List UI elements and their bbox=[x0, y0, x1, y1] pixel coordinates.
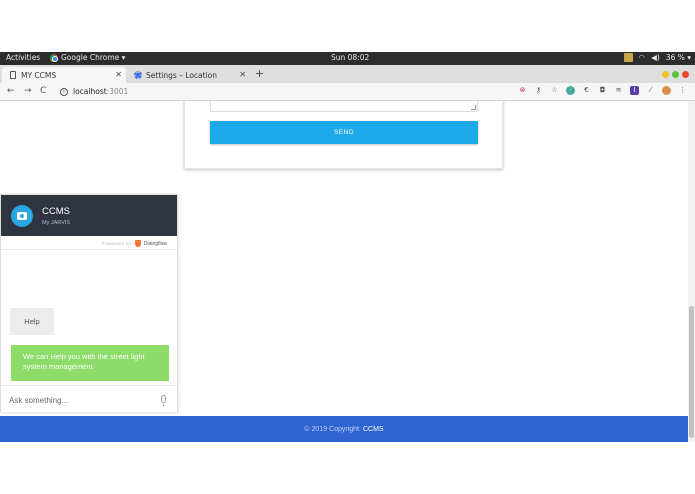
address-bar: ← → C i localhost:3001 ⊗ ⚷ ☆ · € ◘ ≋ I ⁄… bbox=[0, 83, 695, 101]
tab-my-ccms[interactable]: MY CCMS ✕ bbox=[2, 67, 126, 83]
tab-title: Settings – Location bbox=[146, 70, 218, 80]
url-field[interactable]: i localhost:3001 bbox=[60, 87, 128, 96]
bot-message: We can Help you with the street light sy… bbox=[11, 345, 169, 381]
powered-by-label: POWERED BY bbox=[101, 241, 132, 246]
tab-strip: MY CCMS ✕ Settings – Location ✕ + bbox=[0, 65, 695, 83]
extension-icon[interactable]: · bbox=[566, 86, 575, 95]
star-icon[interactable]: ☆ bbox=[550, 86, 559, 95]
screen-margin-bottom bbox=[0, 442, 695, 494]
message-textarea[interactable] bbox=[210, 101, 478, 112]
page-footer: © 2019 Copyright: CCMS bbox=[0, 416, 688, 442]
url-host: localhost bbox=[73, 87, 107, 96]
key-icon[interactable]: ⚷ bbox=[534, 86, 543, 95]
chat-avatar bbox=[11, 205, 33, 227]
footer-brand-link[interactable]: CCMS bbox=[363, 426, 384, 433]
cast-icon[interactable]: ≋ bbox=[614, 86, 623, 95]
info-icon[interactable]: i bbox=[60, 87, 68, 96]
powered-by-brand: Dialogflow bbox=[143, 240, 167, 247]
system-clock[interactable]: Sun 08:02 bbox=[331, 53, 369, 62]
page-icon bbox=[10, 71, 16, 79]
app-menu-label: Google Chrome ▾ bbox=[61, 53, 126, 62]
chat-title: CCMS bbox=[42, 206, 70, 217]
chat-subtitle: My JARVIS bbox=[42, 220, 71, 226]
tray-app-icon[interactable] bbox=[623, 53, 633, 62]
screen-margin-top bbox=[0, 0, 695, 52]
camera-icon bbox=[17, 212, 27, 220]
chrome-icon bbox=[50, 53, 58, 62]
maximize-icon[interactable] bbox=[672, 71, 679, 78]
gear-icon bbox=[134, 71, 142, 79]
wifi-icon: ◠ bbox=[638, 53, 646, 62]
user-message: Help bbox=[10, 308, 54, 335]
reload-icon[interactable]: C bbox=[40, 86, 46, 96]
forward-arrow-icon[interactable]: → bbox=[24, 86, 32, 96]
back-arrow-icon[interactable]: ← bbox=[7, 86, 15, 96]
tab-title: MY CCMS bbox=[21, 70, 57, 80]
system-tray[interactable]: ◠ ◀) 36 % ▾ bbox=[623, 53, 691, 62]
extension-icon[interactable]: € bbox=[582, 86, 591, 95]
avatar[interactable] bbox=[662, 86, 671, 95]
chat-input[interactable] bbox=[9, 394, 149, 406]
page-scrollbar[interactable] bbox=[688, 101, 695, 442]
close-window-icon[interactable] bbox=[682, 71, 689, 78]
powered-by: POWERED BY Dialogflow bbox=[102, 240, 167, 247]
system-top-bar: Activities Google Chrome ▾ Sun 08:02 ◠ ◀… bbox=[0, 52, 695, 65]
new-tab-button[interactable]: + bbox=[255, 67, 264, 80]
minimize-icon[interactable] bbox=[662, 71, 669, 78]
scrollbar-thumb[interactable] bbox=[689, 306, 694, 438]
extension-icon[interactable]: ⁄ bbox=[646, 86, 655, 95]
extension-icon[interactable]: I bbox=[630, 86, 639, 95]
send-button[interactable]: SEND bbox=[210, 121, 478, 144]
url-port: :3001 bbox=[106, 87, 129, 96]
volume-icon: ◀) bbox=[651, 53, 660, 62]
dialogflow-icon bbox=[134, 240, 141, 247]
chat-input-bar bbox=[1, 385, 177, 412]
chat-widget: CCMS My JARVIS POWERED BY Dialogflow Hel… bbox=[0, 194, 178, 412]
activities-button[interactable]: Activities bbox=[6, 53, 40, 62]
extension-icon[interactable]: ⊗ bbox=[518, 86, 527, 95]
close-tab-icon[interactable]: ✕ bbox=[115, 70, 122, 79]
window-controls bbox=[662, 71, 689, 78]
footer-copyright: © 2019 Copyright: bbox=[304, 425, 361, 433]
camera-icon[interactable]: ◘ bbox=[598, 86, 607, 95]
battery-label: 36 % ▾ bbox=[665, 53, 691, 62]
contact-form-card: SEND bbox=[184, 101, 503, 169]
menu-dots-icon[interactable]: ⋮ bbox=[678, 86, 687, 95]
page-viewport: SEND CCMS My JARVIS POWERED BY Dialogflo… bbox=[0, 101, 688, 442]
close-tab-icon[interactable]: ✕ bbox=[239, 70, 246, 79]
extensions-row: ⊗ ⚷ ☆ · € ◘ ≋ I ⁄ ⋮ bbox=[518, 86, 687, 95]
microphone-icon[interactable] bbox=[161, 395, 166, 406]
tab-settings-location[interactable]: Settings – Location ✕ bbox=[126, 67, 250, 83]
divider bbox=[1, 249, 177, 250]
app-menu[interactable]: Google Chrome ▾ bbox=[50, 53, 125, 62]
chat-header: CCMS My JARVIS bbox=[1, 195, 177, 236]
